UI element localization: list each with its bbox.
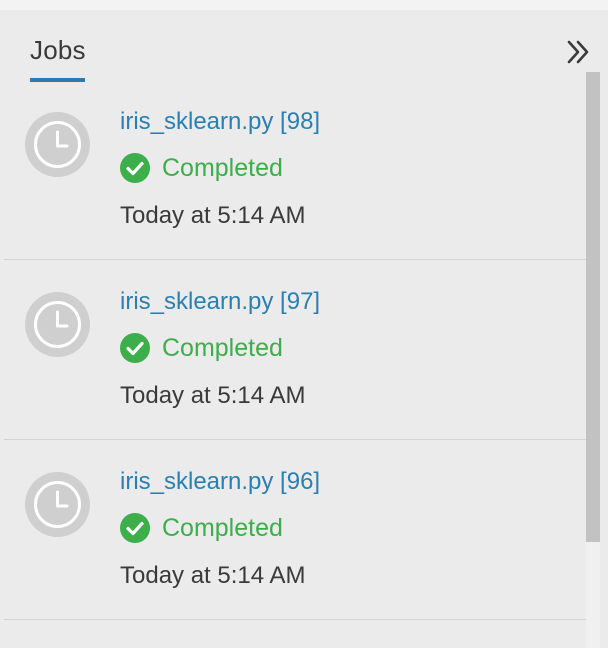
job-list: iris_sklearn.py [98] Completed Today at … bbox=[0, 80, 586, 620]
top-strip bbox=[0, 0, 608, 10]
job-title-link[interactable]: iris_sklearn.py [96] bbox=[120, 468, 320, 496]
job-timestamp: Today at 5:14 AM bbox=[120, 202, 306, 229]
job-status: Completed bbox=[120, 512, 283, 544]
clock-icon bbox=[25, 472, 90, 537]
check-circle-icon bbox=[120, 153, 150, 183]
scrollbar-thumb[interactable] bbox=[586, 72, 600, 542]
job-item[interactable]: iris_sklearn.py [96] Completed Today at … bbox=[0, 440, 586, 620]
job-timestamp: Today at 5:14 AM bbox=[120, 562, 306, 589]
check-circle-icon bbox=[120, 513, 150, 543]
job-item[interactable]: iris_sklearn.py [98] Completed Today at … bbox=[0, 80, 586, 260]
job-item[interactable]: iris_sklearn.py [97] Completed Today at … bbox=[0, 260, 586, 440]
double-chevron-right-icon bbox=[567, 40, 589, 64]
job-timestamp: Today at 5:14 AM bbox=[120, 382, 306, 409]
clock-icon bbox=[25, 112, 90, 177]
job-status: Completed bbox=[120, 152, 283, 184]
status-text: Completed bbox=[162, 513, 283, 542]
job-title-link[interactable]: iris_sklearn.py [98] bbox=[120, 108, 320, 136]
job-title-link[interactable]: iris_sklearn.py [97] bbox=[120, 288, 320, 316]
clock-icon bbox=[25, 292, 90, 357]
status-text: Completed bbox=[162, 153, 283, 182]
check-circle-icon bbox=[120, 333, 150, 363]
status-text: Completed bbox=[162, 333, 283, 362]
job-status: Completed bbox=[120, 332, 283, 364]
divider bbox=[4, 619, 586, 620]
collapse-panel-button[interactable] bbox=[563, 38, 593, 66]
tab-jobs[interactable]: Jobs bbox=[30, 35, 86, 66]
